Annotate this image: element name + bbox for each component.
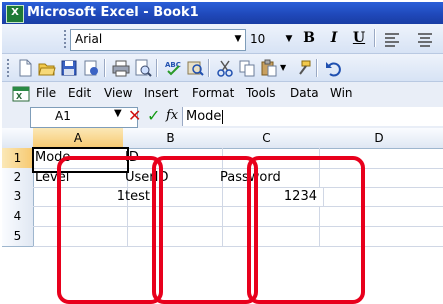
toolbar-separator: [208, 59, 210, 77]
toolbar-grip[interactable]: [64, 30, 69, 48]
column-header-a[interactable]: A: [33, 128, 124, 149]
font-name-select[interactable]: Arial ▼: [70, 29, 246, 51]
undo-icon[interactable]: [324, 59, 342, 77]
cell-b4[interactable]: [123, 206, 223, 227]
cell-a5[interactable]: [33, 226, 128, 247]
font-name-value: Arial: [75, 32, 103, 46]
workbook-icon[interactable]: X: [12, 85, 30, 103]
cell-a2[interactable]: Level: [33, 168, 128, 188]
toolbar-grip[interactable]: [7, 59, 12, 77]
row-header-1[interactable]: 1: [2, 148, 34, 169]
font-size-value: 10: [250, 32, 266, 46]
align-left-icon[interactable]: [383, 30, 401, 48]
menu-insert[interactable]: Insert: [144, 86, 178, 100]
menu-data[interactable]: Data: [290, 86, 319, 100]
new-icon[interactable]: [16, 59, 34, 77]
chevron-down-icon[interactable]: ▼: [114, 108, 122, 119]
cell-d1[interactable]: [315, 148, 443, 169]
chevron-down-icon[interactable]: ▼: [282, 30, 296, 48]
format-painter-icon[interactable]: [294, 59, 312, 77]
toolbar-separator: [104, 59, 106, 77]
cancel-icon[interactable]: ✕: [128, 106, 141, 125]
formula-bar: A1 ▼ ✕ ✓ fx Mode: [2, 106, 443, 128]
menu-file[interactable]: File: [36, 86, 56, 100]
cell-c1[interactable]: [218, 148, 320, 169]
standard-toolbar: ABC ▼: [2, 54, 443, 82]
row-header-5[interactable]: 5: [2, 226, 34, 247]
formatting-toolbar: Arial ▼ 10 ▼ B I U: [2, 24, 443, 54]
name-box-value: A1: [55, 109, 71, 123]
menu-format[interactable]: Format: [192, 86, 234, 100]
cell-a4[interactable]: [33, 206, 128, 227]
cell-d3[interactable]: [315, 187, 443, 207]
copy-icon[interactable]: [238, 59, 256, 77]
font-size-select[interactable]: 10 ▼: [245, 29, 297, 51]
cell-b3[interactable]: test: [123, 187, 223, 207]
paste-icon[interactable]: [260, 59, 278, 77]
row-header-3[interactable]: 3: [2, 187, 34, 207]
title-bar: X Microsoft Excel - Book1: [2, 2, 443, 24]
formula-input[interactable]: Mode: [182, 107, 443, 126]
toolbar-separator: [316, 59, 318, 77]
svg-text:X: X: [16, 92, 23, 101]
italic-button[interactable]: I: [323, 28, 345, 48]
cell-c4[interactable]: [218, 206, 320, 227]
align-center-icon[interactable]: [416, 30, 434, 48]
menu-window[interactable]: Win: [330, 86, 353, 100]
window-title: Microsoft Excel - Book1: [27, 5, 199, 20]
chevron-down-icon[interactable]: ▼: [231, 30, 245, 48]
chevron-down-icon[interactable]: ▼: [280, 59, 290, 77]
spelling-icon[interactable]: ABC: [164, 59, 182, 77]
cell-d5[interactable]: [315, 226, 443, 247]
cell-c3[interactable]: 1234: [218, 187, 324, 207]
print-preview-icon[interactable]: [134, 59, 152, 77]
cell-d2[interactable]: [315, 168, 443, 188]
underline-button[interactable]: U: [348, 28, 370, 48]
column-header-c[interactable]: C: [218, 128, 316, 149]
select-all-corner[interactable]: [2, 128, 34, 149]
menu-edit[interactable]: Edit: [68, 86, 91, 100]
excel-icon[interactable]: X: [6, 5, 24, 23]
menu-view[interactable]: View: [104, 86, 132, 100]
save-icon[interactable]: [60, 59, 78, 77]
menu-tools[interactable]: Tools: [246, 86, 276, 100]
worksheet-grid[interactable]: A B C D 1 2 3 4 5 Mode ID Level UserID P…: [2, 128, 443, 304]
toolbar-separator: [374, 29, 376, 47]
menu-bar: X File Edit View Insert Format Tools Dat…: [2, 82, 443, 106]
cut-icon[interactable]: [216, 59, 234, 77]
enter-icon[interactable]: ✓: [147, 106, 160, 125]
row-header-4[interactable]: 4: [2, 206, 34, 227]
print-icon[interactable]: [112, 59, 130, 77]
cell-a3[interactable]: 1: [33, 187, 128, 207]
cell-b5[interactable]: [123, 226, 223, 247]
text-caret: [222, 109, 224, 124]
column-header-d[interactable]: D: [315, 128, 443, 149]
cell-c2[interactable]: Password: [218, 168, 320, 188]
insert-function-button[interactable]: fx: [166, 108, 178, 123]
cell-d4[interactable]: [315, 206, 443, 227]
toolbar-separator: [156, 59, 158, 77]
research-icon[interactable]: [186, 59, 204, 77]
row-header-2[interactable]: 2: [2, 168, 34, 188]
bold-button[interactable]: B: [298, 28, 320, 48]
permission-icon[interactable]: [82, 59, 100, 77]
column-header-b[interactable]: B: [123, 128, 219, 149]
open-icon[interactable]: [38, 59, 56, 77]
cell-b2[interactable]: UserID: [123, 168, 223, 188]
formula-value: Mode: [186, 109, 222, 124]
cell-a1[interactable]: Mode: [33, 148, 128, 169]
cell-b1[interactable]: ID: [123, 148, 223, 169]
cell-c5[interactable]: [218, 226, 320, 247]
